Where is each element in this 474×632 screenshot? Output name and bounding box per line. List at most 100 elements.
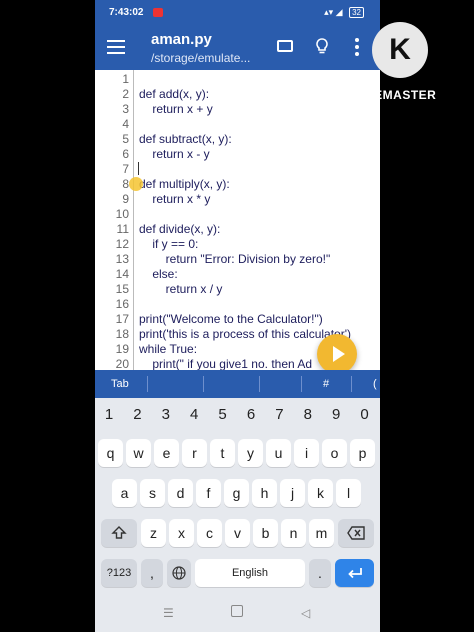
kinemaster-watermark: KINEMASTER xyxy=(352,88,437,102)
shift-icon xyxy=(111,526,127,539)
key-e[interactable]: e xyxy=(154,439,179,467)
folder-icon[interactable] xyxy=(277,40,293,52)
battery-icon: 32 xyxy=(349,7,364,18)
key-i[interactable]: i xyxy=(294,439,319,467)
kinemaster-logo: K xyxy=(372,22,428,78)
phone-screen: 7:43:02 ▴▾ ◢ 32 aman.py /storage/emulate… xyxy=(95,0,380,632)
status-time: 7:43:02 xyxy=(109,7,144,18)
line-code: def divide(x, y): xyxy=(139,222,221,236)
cursor-handle[interactable] xyxy=(129,177,143,191)
backspace-key[interactable] xyxy=(338,519,374,547)
key-o[interactable]: o xyxy=(322,439,347,467)
key-l[interactable]: l xyxy=(336,479,361,507)
key-g[interactable]: g xyxy=(224,479,249,507)
key-p[interactable]: p xyxy=(350,439,375,467)
line-number: 11 xyxy=(116,222,129,236)
line-code: def subtract(x, y): xyxy=(139,132,232,146)
line-code: return x / y xyxy=(139,282,223,296)
number-key-7[interactable]: 7 xyxy=(265,401,293,429)
number-key-9[interactable]: 9 xyxy=(322,401,350,429)
key-f[interactable]: f xyxy=(196,479,221,507)
line-code: if y == 0: xyxy=(139,237,199,251)
status-bar: 7:43:02 ▴▾ ◢ 32 xyxy=(95,0,380,26)
line-number: 12 xyxy=(115,237,129,251)
number-key-2[interactable]: 2 xyxy=(123,401,151,429)
globe-icon xyxy=(172,566,186,580)
system-nav-bar: ☰ ◁ xyxy=(95,596,380,632)
number-key-4[interactable]: 4 xyxy=(180,401,208,429)
number-key-1[interactable]: 1 xyxy=(95,401,123,429)
line-number: 8 xyxy=(122,177,129,191)
key-q[interactable]: q xyxy=(98,439,123,467)
paren-key[interactable]: ( xyxy=(373,378,377,390)
key-u[interactable]: u xyxy=(266,439,291,467)
tab-key[interactable]: Tab xyxy=(111,378,129,390)
line-number: 3 xyxy=(122,102,129,116)
line-number: 17 xyxy=(115,312,129,326)
shift-key[interactable] xyxy=(101,519,137,547)
line-number: 2 xyxy=(122,87,129,101)
home-icon[interactable] xyxy=(231,605,243,617)
file-path: /storage/emulate... xyxy=(151,51,251,65)
lightbulb-icon[interactable] xyxy=(315,38,329,54)
line-code: print(" if you give1 no. then Ad xyxy=(139,357,313,371)
space-bar[interactable]: English xyxy=(195,559,305,587)
key-z[interactable]: z xyxy=(141,519,166,547)
symbol-separator xyxy=(351,376,352,392)
run-button[interactable] xyxy=(317,334,357,374)
enter-key[interactable] xyxy=(335,559,374,587)
line-number: 6 xyxy=(122,147,129,161)
key-d[interactable]: d xyxy=(168,479,193,507)
app-bar: aman.py /storage/emulate... xyxy=(95,26,380,70)
line-code: print('this is a process of this calcula… xyxy=(139,327,351,341)
line-code: print("Welcome to the Calculator!") xyxy=(139,312,323,326)
back-icon[interactable]: ◁ xyxy=(301,606,310,620)
key-t[interactable]: t xyxy=(210,439,235,467)
line-number: 1 xyxy=(122,72,129,86)
line-code: def multiply(x, y): xyxy=(139,177,230,191)
number-key-6[interactable]: 6 xyxy=(237,401,265,429)
line-number: 19 xyxy=(115,342,129,356)
key-w[interactable]: w xyxy=(126,439,151,467)
line-number: 20 xyxy=(115,357,129,371)
key-a[interactable]: a xyxy=(112,479,137,507)
kinemaster-logo-letter: K xyxy=(389,33,411,66)
code-editor[interactable]: 1 2 def add(x, y): 3 return x + y 4 5 def subt… xyxy=(95,70,380,374)
key-m[interactable]: m xyxy=(309,519,334,547)
key-j[interactable]: j xyxy=(280,479,305,507)
line-number: 13 xyxy=(115,252,129,266)
line-number: 7 xyxy=(122,162,129,176)
symbols-mode-key[interactable]: ?123 xyxy=(101,559,137,587)
soft-keyboard: 1234567890 qwertyuiop asdfghjkl zxcvbnm … xyxy=(95,398,380,596)
language-key[interactable] xyxy=(167,559,191,587)
line-number: 9 xyxy=(122,192,129,206)
key-n[interactable]: n xyxy=(281,519,306,547)
number-key-5[interactable]: 5 xyxy=(209,401,237,429)
line-code: return x - y xyxy=(139,147,210,161)
number-key-0[interactable]: 0 xyxy=(351,401,379,429)
key-v[interactable]: v xyxy=(225,519,250,547)
key-y[interactable]: y xyxy=(238,439,263,467)
hash-key[interactable]: # xyxy=(323,378,329,390)
line-code: return x + y xyxy=(139,102,213,116)
period-key[interactable]: . xyxy=(309,559,331,587)
line-code: return x * y xyxy=(139,192,211,206)
key-x[interactable]: x xyxy=(169,519,194,547)
symbol-bar: Tab # ( xyxy=(95,370,380,398)
number-key-8[interactable]: 8 xyxy=(294,401,322,429)
line-code: def add(x, y): xyxy=(139,87,210,101)
key-s[interactable]: s xyxy=(140,479,165,507)
key-k[interactable]: k xyxy=(308,479,333,507)
number-key-3[interactable]: 3 xyxy=(152,401,180,429)
menu-icon[interactable] xyxy=(107,40,125,54)
line-number: 5 xyxy=(122,132,129,146)
comma-key[interactable]: , xyxy=(141,559,163,587)
recents-icon[interactable]: ☰ xyxy=(163,606,174,620)
key-h[interactable]: h xyxy=(252,479,277,507)
key-b[interactable]: b xyxy=(253,519,278,547)
symbol-separator xyxy=(259,376,260,392)
symbol-separator xyxy=(301,376,302,392)
key-c[interactable]: c xyxy=(197,519,222,547)
more-options-icon[interactable] xyxy=(355,38,359,56)
key-r[interactable]: r xyxy=(182,439,207,467)
